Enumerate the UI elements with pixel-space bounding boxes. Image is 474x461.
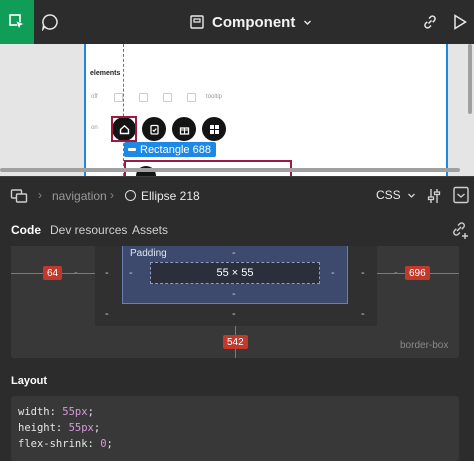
selection-layer-name: Rectangle 688: [140, 143, 211, 156]
code-property: height:: [18, 422, 69, 434]
layout-section-title: Layout: [11, 375, 48, 387]
layout-code-block[interactable]: width: 55px; height: 55px; flex-shrink: …: [11, 396, 459, 461]
code-property: flex-shrink:: [18, 438, 101, 450]
nav-gift-button[interactable]: [172, 117, 196, 141]
canvas-section-label: elements: [90, 70, 121, 77]
comment-icon: [41, 14, 58, 31]
padding-right-value: -: [331, 267, 335, 279]
code-language-value: CSS: [376, 188, 401, 202]
border-left-value: -: [105, 267, 109, 279]
canvas-row-off-label: off: [91, 94, 98, 100]
content-size-value: 55 × 55: [216, 267, 254, 279]
border-right-value: -: [361, 267, 365, 279]
layers-icon[interactable]: [10, 187, 28, 205]
settings-sliders-icon[interactable]: [425, 187, 443, 205]
breadcrumb-parent[interactable]: navigation: [52, 189, 107, 203]
home-icon[interactable]: [114, 93, 123, 102]
border-bottom-left-value: -: [105, 308, 109, 320]
ellipse-icon: [125, 190, 136, 201]
grid-icon[interactable]: [187, 93, 196, 102]
content-size-box: 55 × 55: [150, 262, 320, 284]
gift-icon: [179, 126, 189, 135]
inspect-tabs: Code Dev resources Assets: [0, 214, 474, 246]
code-language-select[interactable]: CSS: [376, 188, 416, 202]
padding-left-value: -: [129, 267, 133, 279]
file-title-menu[interactable]: Component: [190, 10, 312, 34]
grid-icon: [209, 124, 219, 134]
code-line-flex-shrink: flex-shrink: 0;: [18, 436, 452, 452]
comment-tool-button[interactable]: [36, 8, 64, 36]
breadcrumb-separator-icon: ›: [110, 188, 114, 202]
nav-clipboard-button[interactable]: [142, 117, 166, 141]
copy-link-button[interactable]: [418, 10, 442, 34]
inspect-breadcrumb: › navigation › Ellipse 218 CSS: [0, 176, 474, 214]
nav-grid-button[interactable]: [202, 117, 226, 141]
gift-icon[interactable]: [163, 93, 172, 102]
canvas-row-on-label: on: [91, 125, 98, 131]
margin-right-value: 696: [405, 266, 430, 280]
code-value: 55px: [62, 406, 88, 418]
selection-outline: [111, 116, 137, 142]
play-icon: [454, 14, 467, 30]
breadcrumb-current: Ellipse 218: [141, 189, 200, 203]
clipboard-icon: [149, 124, 159, 135]
margin-left-value: 64: [43, 266, 63, 280]
box-sizing-label: border-box: [400, 340, 449, 351]
tab-code[interactable]: Code: [11, 223, 41, 237]
tab-assets[interactable]: Assets: [132, 223, 168, 237]
add-link-icon[interactable]: [450, 220, 470, 240]
code-value: 55px: [68, 422, 94, 434]
padding-bottom-value: -: [232, 288, 236, 300]
canvas-vertical-scrollbar[interactable]: [468, 44, 472, 114]
code-property: width:: [18, 406, 63, 418]
breadcrumb-separator-icon: ›: [38, 188, 42, 202]
margin-bottom-value: 542: [223, 335, 248, 349]
move-tool-button[interactable]: [0, 0, 34, 44]
canvas-small-label: tooltip: [206, 94, 223, 100]
box-model-diagram: Padding - - - - 55 × 55 - - - - - - - 64…: [11, 246, 459, 358]
top-toolbar: Component: [0, 0, 474, 44]
padding-label: Padding: [130, 248, 167, 259]
border-bottom-right-value: -: [361, 308, 365, 320]
link-icon: [424, 15, 436, 29]
present-button[interactable]: [448, 10, 472, 34]
code-line-width: width: 55px;: [18, 404, 452, 420]
code-line-height: height: 55px;: [18, 420, 452, 436]
clipboard-icon[interactable]: [139, 93, 148, 102]
chevron-down-icon: [407, 193, 415, 198]
border-bottom-value: -: [232, 308, 236, 320]
canvas-horizontal-scrollbar[interactable]: [0, 168, 460, 172]
component-icon: [190, 15, 204, 29]
cursor-icon: [9, 14, 25, 30]
padding-top-value: -: [232, 247, 236, 259]
file-title: Component: [212, 13, 296, 31]
code-terminator: ;: [93, 422, 101, 434]
design-canvas[interactable]: elements off on tooltip Rectangle 688: [0, 44, 474, 176]
code-terminator: ;: [87, 406, 94, 418]
selection-layer-tag: Rectangle 688: [124, 142, 216, 157]
box-model-padding: Padding - - - - 55 × 55: [122, 246, 348, 304]
tab-dev-resources[interactable]: Dev resources: [50, 223, 127, 237]
rectangle-icon: [128, 148, 136, 151]
code-terminator: ;: [106, 438, 113, 450]
toggle-panel-icon[interactable]: [453, 186, 469, 204]
chevron-down-icon: [304, 20, 312, 25]
